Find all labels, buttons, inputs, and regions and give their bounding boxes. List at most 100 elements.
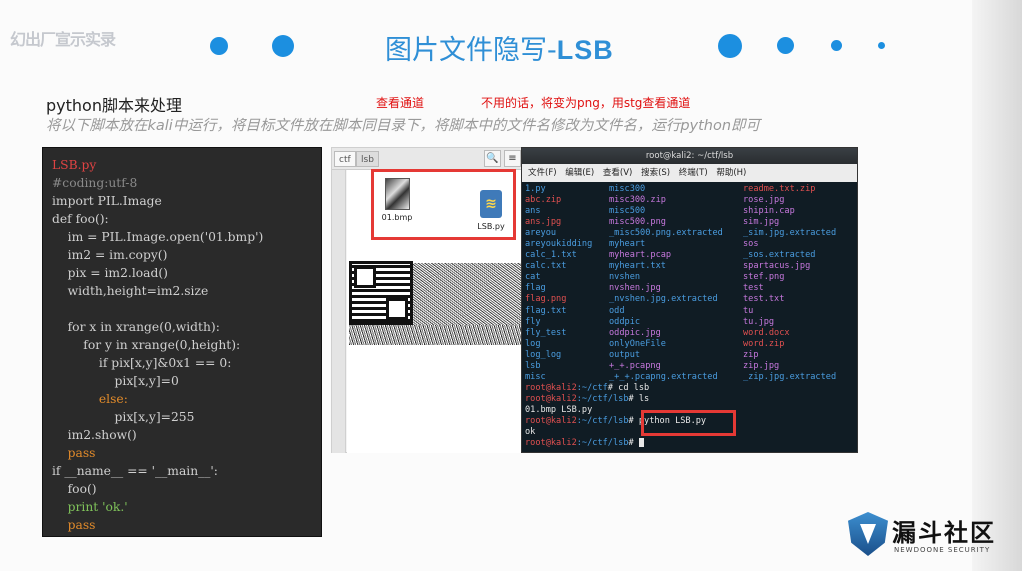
code-line: import PIL.Image xyxy=(52,194,162,208)
path-crumb-lsb[interactable]: lsb xyxy=(356,151,379,167)
listing-entry: nvshen xyxy=(609,272,641,283)
listing-entry: rose.jpg xyxy=(743,195,785,206)
listing-entry: zip xyxy=(743,349,759,360)
logo-text: 漏斗社区 xyxy=(892,519,996,547)
code-line: im2.show() xyxy=(52,428,137,442)
code-line: else: xyxy=(52,392,128,406)
listing-entry: myheart xyxy=(609,239,646,250)
listing-entry: word.docx xyxy=(743,327,790,338)
listing-entry: oddpic xyxy=(609,316,641,327)
code-line: if __name__ == '__main__': xyxy=(52,464,218,478)
listing-row: abc.zip misc300.zip rose.jpg xyxy=(525,195,856,206)
listing-row: misc _+_+.pcapng.extracted _zip.jpg.extrac… xyxy=(525,372,856,383)
listing-entry: odd xyxy=(609,305,625,316)
listing-row: areyoukidding myheart sos xyxy=(525,239,856,250)
listing-entry: misc xyxy=(525,371,546,382)
listing-entry: _sim.jpg.extracted xyxy=(743,228,837,239)
page-title: 图片文件隐写-LSB xyxy=(385,35,614,66)
terminal-menubar[interactable]: 文件(F) 编辑(E) 查看(V) 搜索(S) 终端(T) 帮助(H) xyxy=(522,164,857,182)
prompt-line: root@kali2:~/ctf/lsb# xyxy=(525,438,856,449)
listing-entry: areyoukidding xyxy=(525,239,593,250)
deco-dot xyxy=(831,40,842,51)
code-line: pix[x,y]=0 xyxy=(52,374,179,388)
listing-entry: ans xyxy=(525,206,541,217)
listing-entry: fly_test xyxy=(525,327,567,338)
listing-row: ans misc500 shipin.cap xyxy=(525,206,856,217)
code-line: pass xyxy=(52,446,96,460)
listing-row: calc.txt myheart.txt spartacus.jpg xyxy=(525,261,856,272)
instruction-text: 将以下脚本放在kali中运行，将目标文件放在脚本同目录下，将脚本中的文件名修改为… xyxy=(46,118,761,134)
prompt-line: root@kali2:~/ctf/lsb# ls xyxy=(525,393,650,404)
listing-row: flag.txt odd tu xyxy=(525,306,856,317)
terminal-cursor xyxy=(638,438,644,448)
listing-entry: sos xyxy=(743,239,759,250)
terminal-window[interactable]: root@kali2: ~/ctf/lsb 文件(F) 编辑(E) 查看(V) … xyxy=(521,147,858,453)
code-panel: LSB.py #coding:utf-8 import PIL.Image de… xyxy=(42,147,322,537)
shield-icon xyxy=(848,512,888,556)
listing-entry: ans.jpg xyxy=(525,217,562,228)
deco-dot xyxy=(777,37,794,54)
listing-entry: _+_+.pcapng.extracted xyxy=(609,371,718,382)
code-line: def foo(): xyxy=(52,212,109,226)
menu-icon[interactable]: ≡ xyxy=(504,150,521,167)
listing-entry: myheart.pcap xyxy=(609,250,672,261)
code-line: print 'ok.' xyxy=(52,500,128,514)
listing-row: log onlyOneFile word.zip xyxy=(525,339,856,350)
listing-entry: flag xyxy=(525,283,546,294)
annotation-channel: 查看通道 xyxy=(376,96,425,110)
edge-shade xyxy=(972,0,1022,571)
listing-entry: log_log xyxy=(525,349,562,360)
deco-dot xyxy=(210,37,228,55)
code-line: im = PIL.Image.open('01.bmp') xyxy=(52,230,264,244)
ls-listing: 1.py misc300 readme.txt.zip abc.zip misc300.… xyxy=(525,184,856,383)
listing-entry: zip.jpg xyxy=(743,360,780,371)
search-icon[interactable]: 🔍 xyxy=(484,150,501,167)
listing-entry: misc500 xyxy=(609,206,646,217)
listing-row: flag.png _nvshen.jpg.extracted test.txt xyxy=(525,294,856,305)
brand-logo: 漏斗社区 NEWDOONE SECURITY xyxy=(848,510,1008,560)
listing-entry: output xyxy=(609,349,641,360)
listing-entry: log xyxy=(525,338,541,349)
highlight-box-command xyxy=(641,410,736,436)
fm-toolbar: ctf lsb 🔍 ≡ xyxy=(332,148,522,170)
listing-entry: fly xyxy=(525,316,541,327)
code-line: LSB.py xyxy=(52,158,97,172)
listing-entry: +_+.pcapng xyxy=(609,360,661,371)
listing-row: log_log output zip xyxy=(525,350,856,361)
deco-dot xyxy=(718,34,742,58)
deco-dot xyxy=(272,35,294,57)
listing-row: fly_test oddpic.jpg word.docx xyxy=(525,328,856,339)
code-line: width,height=im2.size xyxy=(52,284,209,298)
listing-row: cat nvshen stef.png xyxy=(525,272,856,283)
noise-image-strip xyxy=(349,325,522,345)
code-line: pix = im2.load() xyxy=(52,266,168,280)
listing-entry: shipin.cap xyxy=(743,206,795,217)
highlight-box-files xyxy=(371,169,516,240)
listing-entry: misc300 xyxy=(609,184,646,194)
listing-row: calc_1.txt myheart.pcap _sos.extracted xyxy=(525,250,856,261)
listing-entry: areyou xyxy=(525,228,557,239)
listing-entry: nvshen.jpg xyxy=(609,283,661,294)
listing-row: flag nvshen.jpg test xyxy=(525,283,856,294)
listing-entry: cat xyxy=(525,272,541,283)
listing-entry: abc.zip xyxy=(525,195,562,206)
deco-dot xyxy=(878,42,885,49)
listing-entry: sim.jpg xyxy=(743,217,780,228)
listing-entry: test xyxy=(743,283,764,294)
path-crumb-ctf[interactable]: ctf xyxy=(334,151,356,167)
listing-entry: _zip.jpg.extracted xyxy=(743,371,837,382)
prompt-line: root@kali2:~/ctf# cd lsb xyxy=(525,382,650,393)
listing-entry: onlyOneFile xyxy=(609,338,666,349)
code-line: #coding:utf-8 xyxy=(52,176,138,190)
listing-entry: myheart.txt xyxy=(609,261,666,272)
listing-row: 1.py misc300 readme.txt.zip xyxy=(525,184,856,195)
code-line: im2 = im.copy() xyxy=(52,248,168,262)
code-line: foo() xyxy=(52,482,97,496)
listing-entry: readme.txt.zip xyxy=(743,184,816,194)
qr-code-image xyxy=(349,261,413,325)
listing-entry: word.zip xyxy=(743,338,785,349)
listing-entry: flag.txt xyxy=(525,305,567,316)
annotation-png: 不用的话，将变为png，用stg查看通道 xyxy=(481,96,691,110)
code-line: if pix[x,y]&0x1 == 0: xyxy=(52,356,232,370)
